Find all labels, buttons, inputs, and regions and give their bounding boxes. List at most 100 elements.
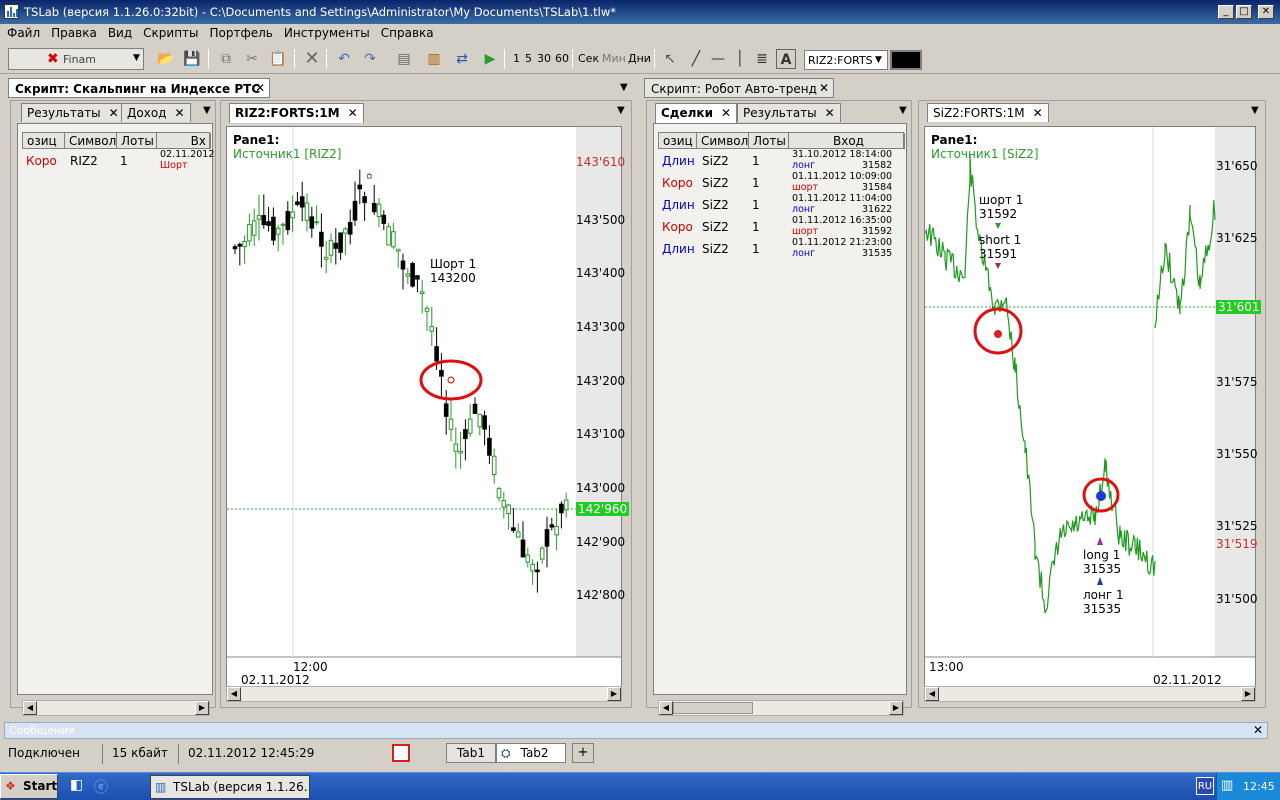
- tf-1[interactable]: 1: [513, 52, 520, 65]
- close-icon[interactable]: ✕: [721, 106, 731, 120]
- desktop-icon[interactable]: ◧: [70, 777, 83, 793]
- col-symbol[interactable]: Символ: [697, 133, 749, 149]
- close-icon[interactable]: ✕: [1033, 106, 1043, 120]
- symbol-select[interactable]: RIZ2:FORTS ▼: [804, 50, 888, 70]
- left-chart[interactable]: Pane1: Источник1 [RIZ2] Шорт 1 143200 14…: [226, 126, 630, 690]
- undo-icon[interactable]: ↶: [334, 49, 354, 69]
- paste-icon[interactable]: 📋: [268, 49, 288, 69]
- menu-file[interactable]: Файл: [0, 24, 44, 40]
- right-script-tab[interactable]: Скрипт: Робот Авто-тренд ✕: [644, 78, 834, 98]
- start-button[interactable]: ❖ Start: [0, 774, 58, 799]
- line-icon[interactable]: ╱: [686, 49, 706, 69]
- unit-min[interactable]: Мин: [602, 52, 626, 65]
- close-icon[interactable]: ✕: [255, 81, 265, 95]
- maximize-button[interactable]: □: [1236, 5, 1252, 19]
- taskbar-app-tslab[interactable]: ▥ TSLab (версия 1.1.26....: [150, 775, 310, 799]
- menu-view[interactable]: Вид: [101, 24, 136, 40]
- scroll-thumb[interactable]: [673, 702, 753, 714]
- tf-60[interactable]: 60: [555, 52, 569, 65]
- chevron-down-icon[interactable]: ▼: [899, 105, 907, 116]
- properties-icon[interactable]: ▤: [394, 49, 414, 69]
- hline-icon[interactable]: —: [708, 49, 728, 69]
- fib-icon[interactable]: ≣: [752, 49, 772, 69]
- table-row[interactable]: Коро RIZ2 1 02.11.2012 Шорт: [22, 150, 214, 174]
- unit-days[interactable]: Дни: [628, 52, 651, 65]
- col-lots[interactable]: Лоты: [117, 133, 157, 149]
- run-icon[interactable]: ▶: [480, 49, 500, 69]
- scroll-left-icon[interactable]: ◀: [23, 701, 37, 715]
- table-row[interactable]: Длин SiZ2 1 01.11.2012 21:23:00 лонг 31535: [658, 238, 904, 260]
- provider-select[interactable]: ✖ Finam ▼: [8, 48, 144, 70]
- cut-icon[interactable]: ✂: [242, 49, 262, 69]
- close-icon[interactable]: ✕: [1253, 723, 1263, 737]
- scroll-right-icon[interactable]: ▶: [889, 701, 903, 715]
- menu-help[interactable]: Справка: [374, 24, 438, 40]
- flow-icon[interactable]: ⇄: [452, 49, 472, 69]
- tab-deals[interactable]: Сделки ✕: [655, 103, 738, 123]
- table-row[interactable]: Коро SiZ2 1 01.11.2012 16:35:00 шорт 31592: [658, 216, 904, 238]
- scroll-right-icon[interactable]: ▶: [195, 701, 209, 715]
- minimize-button[interactable]: _: [1218, 5, 1234, 19]
- menu-edit[interactable]: Правка: [44, 24, 101, 40]
- unit-sec[interactable]: Сек: [578, 52, 599, 65]
- close-icon[interactable]: ✕: [825, 106, 835, 120]
- col-position[interactable]: озиц: [659, 133, 697, 149]
- close-icon[interactable]: ✕: [174, 106, 184, 120]
- scroll-left-icon[interactable]: ◀: [925, 687, 939, 701]
- menu-portfolio[interactable]: Портфель: [203, 24, 277, 40]
- chevron-down-icon[interactable]: ▼: [1251, 105, 1259, 116]
- horizontal-scrollbar[interactable]: ◀ ▶: [924, 686, 1256, 702]
- scroll-right-icon[interactable]: ▶: [1241, 687, 1255, 701]
- col-lots[interactable]: Лоты: [749, 133, 789, 149]
- chart-icon[interactable]: ▥: [424, 49, 444, 69]
- save-icon[interactable]: 💾: [182, 49, 202, 69]
- delete-icon[interactable]: ✕: [302, 49, 322, 69]
- tab-chart-siz2[interactable]: SiZ2:FORTS:1M ✕: [927, 103, 1049, 122]
- menu-scripts[interactable]: Скрипты: [136, 24, 202, 40]
- tab-tab1[interactable]: Tab1: [446, 743, 496, 763]
- scroll-left-icon[interactable]: ◀: [659, 701, 673, 715]
- table-row[interactable]: Коро SiZ2 1 01.11.2012 10:09:00 шорт 31584: [658, 172, 904, 194]
- horizontal-scrollbar[interactable]: ◀ ▶: [658, 700, 904, 716]
- tab-income[interactable]: Доход ✕: [121, 103, 191, 122]
- chevron-down-icon[interactable]: ▼: [203, 105, 211, 116]
- tab-tab2[interactable]: ⛭ Tab2: [496, 743, 566, 763]
- horizontal-scrollbar[interactable]: ◀ ▶: [22, 700, 210, 716]
- copy-icon[interactable]: ⧉: [216, 49, 236, 69]
- scroll-left-icon[interactable]: ◀: [227, 687, 241, 701]
- close-icon[interactable]: ✕: [819, 81, 829, 95]
- col-symbol[interactable]: Символ: [65, 133, 117, 149]
- tf-30[interactable]: 30: [537, 52, 551, 65]
- close-button[interactable]: ✕: [1258, 5, 1274, 19]
- messages-bar[interactable]: Сообщения ✕: [4, 722, 1268, 739]
- col-entry[interactable]: Вх: [157, 133, 211, 149]
- col-entry[interactable]: Вход: [789, 133, 905, 149]
- close-icon[interactable]: ✕: [109, 106, 119, 120]
- tab-chart-riz2[interactable]: RIZ2:FORTS:1M ✕: [229, 103, 364, 123]
- language-indicator[interactable]: RU: [1196, 777, 1214, 795]
- col-position[interactable]: озиц: [23, 133, 65, 149]
- right-chart[interactable]: Pane1: Источник1 [SiZ2] шорт 1 31592 sho…: [924, 126, 1262, 690]
- record-icon[interactable]: [392, 744, 410, 762]
- open-icon[interactable]: 📂: [156, 49, 176, 69]
- left-script-tab[interactable]: Скрипт: Скальпинг на Индексе РТС ✕: [8, 78, 270, 98]
- vline-icon[interactable]: │: [730, 49, 750, 69]
- close-icon[interactable]: ✕: [348, 106, 358, 120]
- tf-5[interactable]: 5: [525, 52, 532, 65]
- table-row[interactable]: Длин SiZ2 1 01.11.2012 11:04:00 лонг 31622: [658, 194, 904, 216]
- menu-tools[interactable]: Инструменты: [277, 24, 374, 40]
- chevron-down-icon[interactable]: ▼: [620, 82, 628, 93]
- scroll-right-icon[interactable]: ▶: [607, 687, 621, 701]
- tab-results-right[interactable]: Результаты ✕: [737, 103, 841, 122]
- text-icon[interactable]: A: [776, 49, 796, 69]
- cursor-icon[interactable]: ↖: [660, 49, 680, 69]
- chevron-down-icon[interactable]: ▼: [617, 105, 625, 116]
- add-tab-button[interactable]: +: [572, 743, 594, 763]
- horizontal-scrollbar[interactable]: ◀ ▶: [226, 686, 622, 702]
- redo-icon[interactable]: ↷: [360, 49, 380, 69]
- ie-icon[interactable]: ⓔ: [94, 777, 108, 797]
- color-picker[interactable]: [890, 50, 922, 70]
- table-row[interactable]: Длин SiZ2 1 31.10.2012 18:14:00 лонг 31582: [658, 150, 904, 172]
- tslab-tray-icon[interactable]: ▥: [1221, 778, 1233, 793]
- tab-results[interactable]: Результаты ✕: [21, 103, 125, 122]
